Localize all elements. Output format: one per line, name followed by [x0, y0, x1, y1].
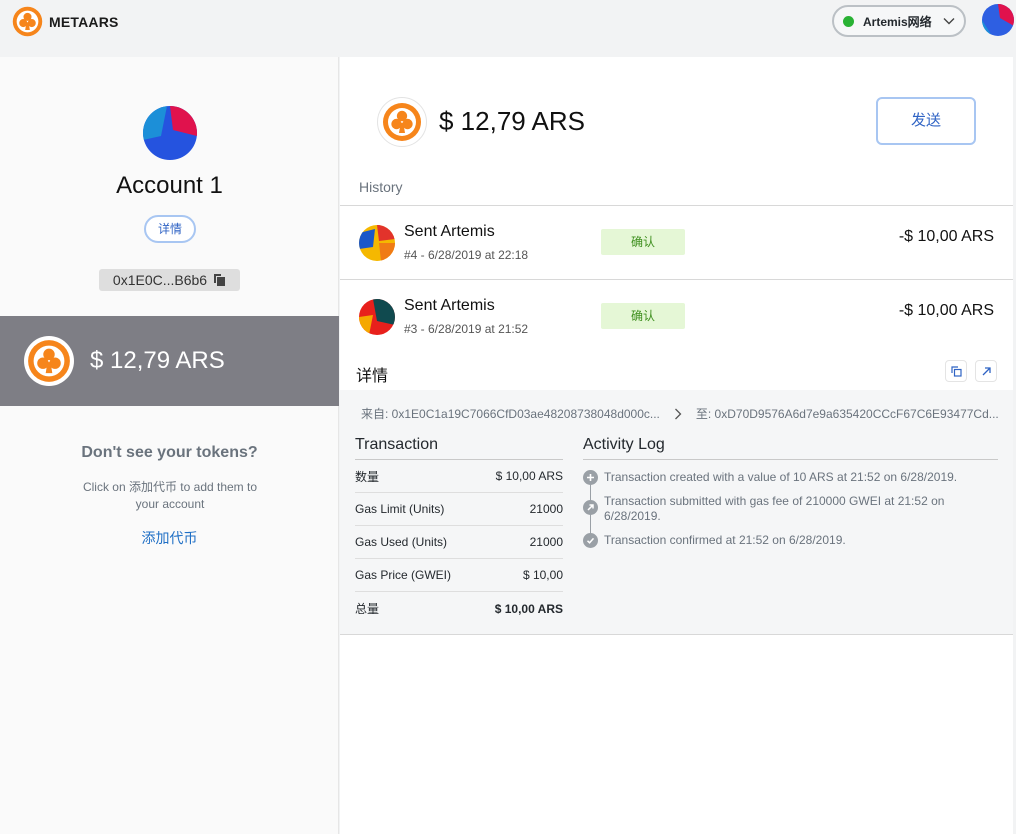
chevron-right-icon [674, 408, 682, 419]
identicon-avatar [143, 106, 197, 160]
details-title: 详情 [356, 368, 389, 385]
account-sidebar: Account 1 详情 0x1E0C...B6b6 $ 12,79 ARS D… [0, 57, 339, 834]
chevron-down-icon [943, 18, 955, 25]
network-status-dot [843, 15, 854, 27]
transaction-row[interactable]: Sent Artemis #4 - 6/28/2019 at 22:18 确认 … [340, 206, 1013, 279]
activity-text: Transaction created with a value of 10 A… [604, 470, 958, 484]
transaction-title: Sent Artemis [404, 223, 495, 240]
transaction-title: Sent Artemis [404, 297, 495, 314]
table-row: 数量 $ 10,00 ARS [355, 460, 563, 493]
account-menu-avatar[interactable] [982, 4, 1014, 36]
activity-text: Transaction submitted with gas fee of 21… [604, 494, 945, 523]
row-label: Gas Used (Units) [355, 535, 448, 549]
transaction-amount: -$ 10,00 ARS [898, 302, 994, 319]
transaction-details-panel: 来自: 0x1E0C1a19C7066CfD03ae48208738048d00… [340, 390, 1013, 635]
row-label: 数量 [355, 469, 380, 484]
activity-log: Activity Log Transaction created with a … [583, 436, 998, 557]
activity-list: Transaction created with a value of 10 A… [583, 470, 998, 548]
table-row-total: 总量 $ 10,00 ARS [355, 592, 563, 625]
network-selector[interactable]: Artemis网络 [832, 5, 966, 37]
row-label: 总量 [355, 602, 380, 616]
top-bar: METAARS Artemis网络 [0, 0, 1016, 52]
to-address[interactable]: 至: 0xD70D9576A6d7e9a635420CCcF67C6E93477… [696, 405, 999, 422]
token-balance-row[interactable]: $ 12,79 ARS [0, 316, 339, 406]
from-address[interactable]: 来自: 0x1E0C1a19C7066CfD03ae48208738048d00… [361, 405, 660, 422]
activity-item: Transaction submitted with gas fee of 21… [583, 494, 998, 524]
brand-name: METAARS [49, 13, 119, 30]
table-row: Gas Price (GWEI) $ 10,00 [355, 559, 563, 592]
brand-logo-icon [12, 6, 43, 37]
copy-tx-button[interactable] [945, 360, 967, 382]
transaction-summary-table: Transaction 数量 $ 10,00 ARS Gas Limit (Un… [355, 436, 563, 625]
row-value: 21000 [529, 502, 563, 516]
row-label: Gas Limit (Units) [355, 502, 445, 516]
activity-log-title: Activity Log [583, 436, 998, 460]
brand[interactable]: METAARS [12, 6, 119, 37]
row-value: $ 10,00 [522, 568, 563, 582]
table-row: Gas Used (Units) 21000 [355, 526, 563, 559]
identicon-avatar [982, 4, 1014, 36]
transaction-amount: -$ 10,00 ARS [898, 228, 994, 245]
account-address[interactable]: 0x1E0C...B6b6 [99, 269, 240, 291]
copy-icon[interactable] [213, 273, 226, 287]
network-label: Artemis网络 [863, 14, 932, 29]
tokens-prompt-title: Don't see your tokens? [81, 444, 258, 461]
transaction-summary-title: Transaction [355, 436, 563, 460]
copy-icon [950, 365, 962, 377]
status-badge: 确认 [601, 229, 685, 255]
ars-token-icon [24, 336, 74, 386]
table-row: Gas Limit (Units) 21000 [355, 493, 563, 526]
arrow-up-right-icon [583, 500, 598, 515]
main-panel: $ 12,79 ARS 发送 History Sent Artemis #4 -… [340, 57, 1013, 834]
row-value: $ 10,00 ARS [494, 601, 563, 616]
history-label: History [359, 179, 403, 195]
transaction-subtitle: #4 - 6/28/2019 at 22:18 [404, 248, 529, 262]
status-badge: 确认 [601, 303, 685, 329]
account-details-button[interactable]: 详情 [144, 215, 196, 243]
activity-item: Transaction confirmed at 21:52 on 6/28/2… [583, 533, 998, 548]
transaction-row[interactable]: Sent Artemis #3 - 6/28/2019 at 21:52 确认 … [340, 280, 1013, 353]
row-value: $ 10,00 ARS [495, 469, 563, 483]
send-button[interactable]: 发送 [876, 97, 976, 145]
transaction-subtitle: #3 - 6/28/2019 at 21:52 [404, 322, 529, 336]
recipient-avatar [359, 299, 395, 335]
main-balance: $ 12,79 ARS [439, 106, 585, 136]
account-name[interactable]: Account 1 [0, 172, 339, 200]
activity-text: Transaction confirmed at 21:52 on 6/28/2… [604, 533, 846, 547]
open-explorer-button[interactable] [975, 360, 997, 382]
row-label: Gas Price (GWEI) [355, 568, 452, 582]
ars-token-icon [377, 97, 427, 147]
recipient-avatar [359, 225, 395, 261]
plus-icon [583, 470, 598, 485]
add-token-link[interactable]: 添加代币 [0, 528, 339, 548]
from-to-row: 来自: 0x1E0C1a19C7066CfD03ae48208738048d00… [361, 405, 999, 422]
row-value: 21000 [529, 535, 563, 549]
account-address-text: 0x1E0C...B6b6 [112, 272, 208, 288]
tokens-prompt-subtitle: Click on 添加代币 to add them to your accoun… [82, 480, 258, 511]
sidebar-balance: $ 12,79 ARS [90, 347, 225, 374]
external-link-icon [982, 366, 991, 375]
check-icon [583, 533, 598, 548]
activity-item: Transaction created with a value of 10 A… [583, 470, 998, 485]
account-avatar [143, 106, 197, 160]
